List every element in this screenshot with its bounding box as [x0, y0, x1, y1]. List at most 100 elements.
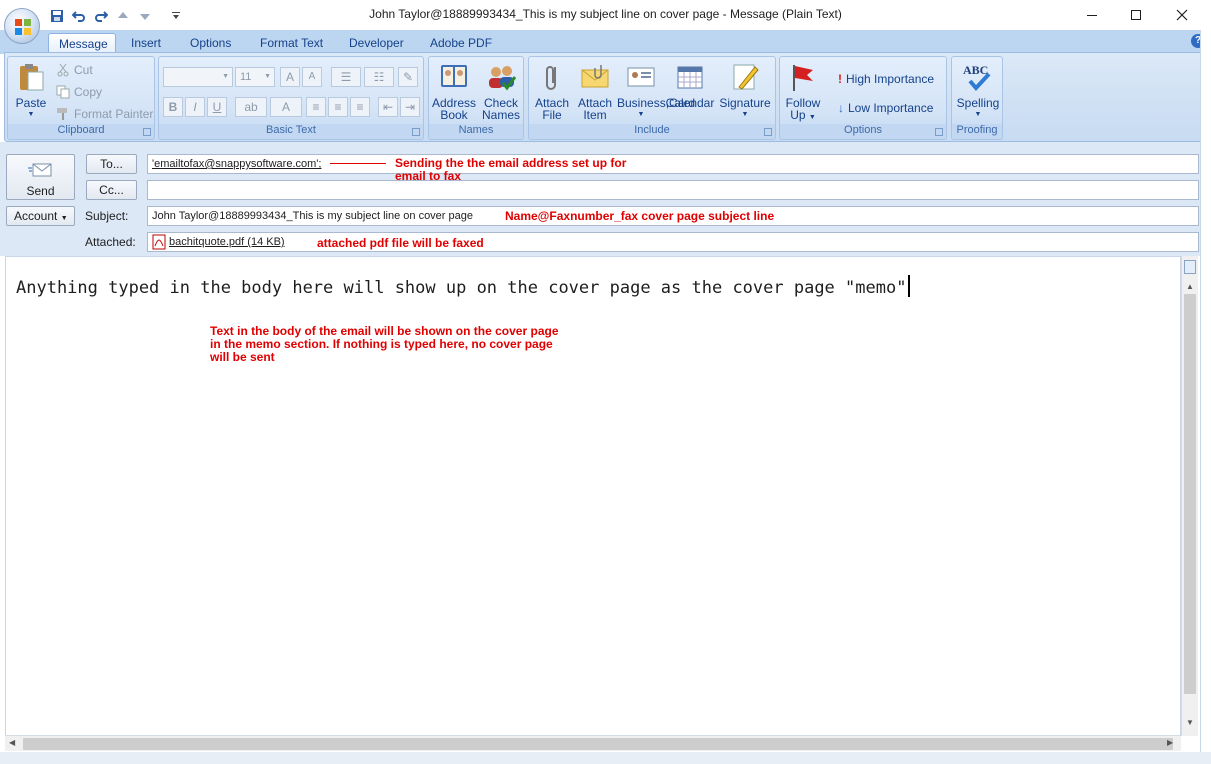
tab-adobe-pdf[interactable]: Adobe PDF: [420, 33, 502, 54]
clipboard-group-label: Clipboard: [8, 124, 154, 138]
scroll-up-arrow-icon[interactable]: ▲: [1186, 282, 1194, 291]
maximize-button[interactable]: [1113, 0, 1159, 30]
attachment-item[interactable]: bachitquote.pdf (14 KB): [152, 233, 285, 251]
spelling-button[interactable]: ABC Spelling ▼: [954, 61, 1002, 121]
horizontal-scrollbar[interactable]: ◀ ▶: [5, 735, 1181, 751]
body-annotation: Text in the body of the email will be sh…: [210, 324, 559, 364]
increase-indent-button[interactable]: ⇥: [400, 97, 420, 117]
grow-font-button[interactable]: A: [280, 67, 300, 87]
send-button[interactable]: Send: [6, 154, 75, 200]
proofing-group-label: Proofing: [952, 124, 1002, 138]
clear-formatting-button[interactable]: ✎: [398, 67, 418, 87]
signature-icon: [733, 64, 759, 90]
address-book-button[interactable]: Address Book: [431, 61, 477, 121]
high-importance-button[interactable]: ! High Importance: [838, 69, 934, 89]
format-painter-button[interactable]: Format Painter: [56, 104, 153, 124]
italic-button[interactable]: I: [185, 97, 205, 117]
text-caret: [908, 275, 911, 297]
signature-button[interactable]: Signature ▼: [717, 61, 773, 121]
paste-icon: [20, 64, 44, 91]
highlight-button[interactable]: ab: [235, 97, 267, 117]
message-body[interactable]: [5, 256, 1181, 736]
outlook-message-window: John Taylor@18889993434_This is my subje…: [0, 0, 1211, 764]
options-group: Follow Up ▼ ! High Importance ↓ Low Impor…: [779, 56, 947, 140]
business-card-button[interactable]: Business,Card ▼: [617, 61, 695, 121]
follow-up-button[interactable]: Follow Up ▼: [782, 61, 824, 124]
options-dialog-launcher[interactable]: [935, 128, 943, 136]
shrink-font-button[interactable]: A: [302, 67, 322, 87]
vertical-scrollbar[interactable]: ▲ ▼: [1181, 256, 1198, 736]
cc-field[interactable]: [147, 180, 1199, 200]
vertical-scroll-thumb[interactable]: [1184, 294, 1196, 694]
align-left-button[interactable]: ≡: [306, 97, 326, 117]
numbering-button[interactable]: ☷: [364, 67, 394, 87]
background-window-edge: [1200, 30, 1211, 764]
tab-developer[interactable]: Developer: [339, 33, 414, 54]
basic-text-group: ▼ 11 ▼ A A ☰ ☷ ✎ B I U ab A ≡ ≡ ≡ ⇤ ⇥ Bas…: [158, 56, 424, 140]
include-group: Attach File Attach Item Business,Card ▼ Cal…: [528, 56, 776, 140]
include-dialog-launcher[interactable]: [764, 128, 772, 136]
tab-options[interactable]: Options: [180, 33, 241, 54]
font-name-combo[interactable]: ▼: [163, 67, 233, 87]
body-text: Anything typed in the body here will sho…: [16, 275, 911, 298]
tab-message[interactable]: Message: [48, 33, 116, 54]
basic-text-dialog-launcher[interactable]: [412, 128, 420, 136]
tab-format-text[interactable]: Format Text: [250, 33, 333, 54]
paste-label: Paste: [15, 96, 47, 110]
ribbon: Paste ▼ Cut Copy Format Painter Clipboar…: [4, 52, 1204, 142]
font-color-button[interactable]: A: [270, 97, 302, 117]
close-button[interactable]: [1159, 0, 1205, 30]
to-recipient: 'emailtofax@snappysoftware.com';: [152, 158, 322, 170]
calendar-button[interactable]: Calendar: [665, 61, 715, 109]
names-group: Address Book Check Names Names: [428, 56, 524, 140]
office-logo-icon: [15, 19, 31, 35]
to-annotation: Sending the the email address set up for…: [395, 156, 627, 183]
ribbon-tab-row: Message Insert Options Format Text Devel…: [0, 30, 1211, 54]
underline-button[interactable]: U: [207, 97, 227, 117]
to-field[interactable]: 'emailtofax@snappysoftware.com';: [147, 154, 1199, 174]
scroll-down-arrow-icon[interactable]: ▼: [1186, 718, 1194, 727]
font-size-combo[interactable]: 11 ▼: [235, 67, 275, 87]
check-names-icon: [489, 66, 517, 91]
attach-file-button[interactable]: Attach File: [531, 61, 573, 121]
envelope-icon: [581, 65, 609, 88]
attached-annotation: attached pdf file will be faxed: [317, 236, 484, 250]
office-button[interactable]: [4, 8, 40, 44]
pdf-file-icon: [152, 234, 166, 250]
scroll-left-arrow-icon[interactable]: ◀: [9, 738, 15, 747]
horizontal-scroll-thumb[interactable]: [23, 738, 1173, 750]
attached-label: Attached:: [85, 235, 136, 249]
bold-button[interactable]: B: [163, 97, 183, 117]
down-arrow-icon: ↓: [838, 101, 844, 115]
scroll-right-arrow-icon[interactable]: ▶: [1167, 738, 1173, 747]
cut-button[interactable]: Cut: [56, 60, 93, 80]
align-center-button[interactable]: ≡: [328, 97, 348, 117]
paste-button[interactable]: Paste ▼: [12, 61, 50, 121]
window-title: John Taylor@18889993434_This is my subje…: [369, 7, 842, 21]
low-importance-button[interactable]: ↓ Low Importance: [838, 98, 933, 118]
bullets-button[interactable]: ☰: [331, 67, 361, 87]
send-envelope-icon: [27, 163, 51, 177]
paperclip-icon: [546, 66, 556, 90]
scissors-icon: [57, 63, 69, 77]
svg-text:ABC: ABC: [963, 63, 988, 77]
attach-item-button[interactable]: Attach Item: [574, 61, 616, 121]
to-button[interactable]: To...: [86, 154, 137, 174]
annotation-line: [330, 163, 386, 164]
align-right-button[interactable]: ≡: [350, 97, 370, 117]
minimize-button[interactable]: [1069, 0, 1115, 30]
subject-value: John Taylor@18889993434_This is my subje…: [152, 210, 473, 222]
copy-button[interactable]: Copy: [56, 82, 102, 102]
tab-insert[interactable]: Insert: [121, 33, 171, 54]
cc-button[interactable]: Cc...: [86, 180, 137, 200]
subject-annotation: Name@Faxnumber_fax cover page subject li…: [505, 209, 775, 223]
address-book-icon: [441, 65, 467, 87]
flag-icon: [793, 65, 813, 91]
ruler-toggle-icon[interactable]: [1184, 260, 1196, 274]
options-group-label: Options: [780, 124, 946, 138]
calendar-icon: [677, 66, 703, 89]
decrease-indent-button[interactable]: ⇤: [378, 97, 398, 117]
account-button[interactable]: Account ▼: [6, 206, 75, 226]
check-names-button[interactable]: Check Names: [479, 61, 523, 121]
clipboard-dialog-launcher[interactable]: [143, 128, 151, 136]
